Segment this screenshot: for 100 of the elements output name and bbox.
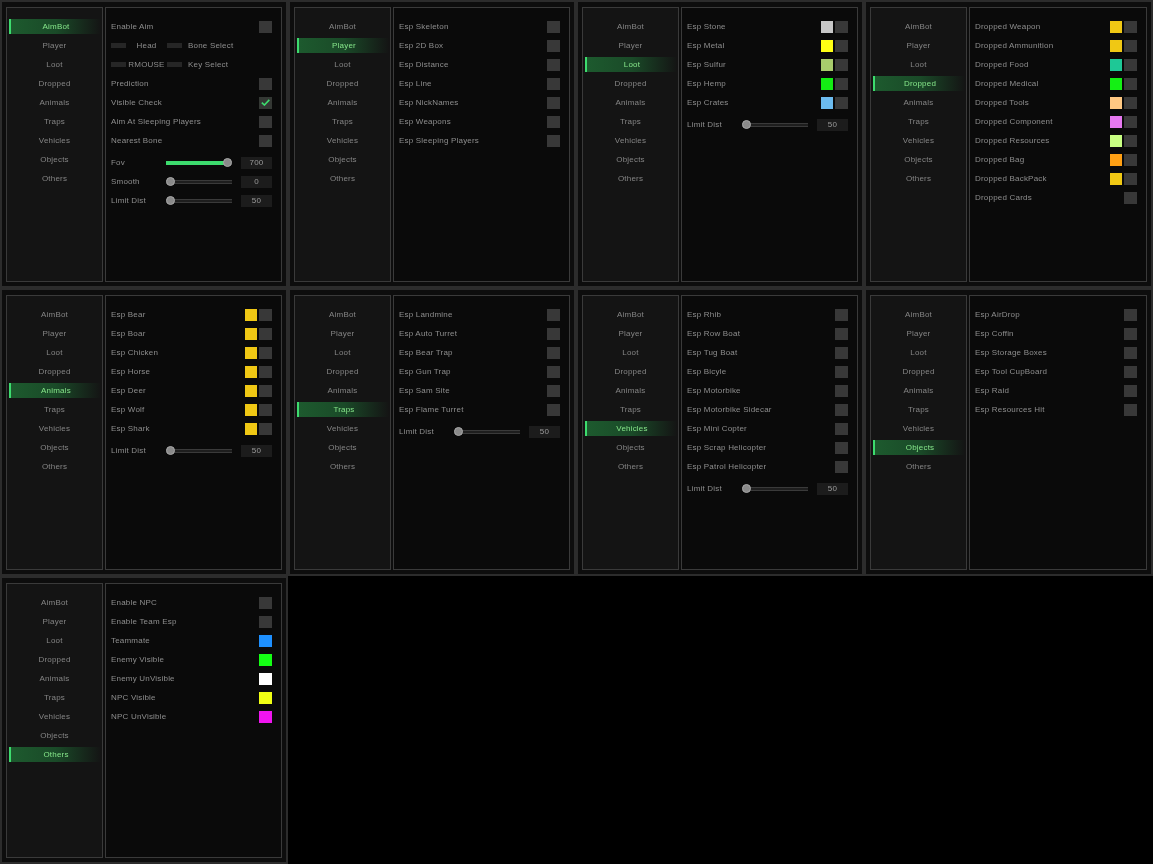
value-field[interactable]: 50 [817,482,848,495]
checkbox[interactable] [259,615,272,628]
checkbox[interactable] [259,596,272,609]
checkbox[interactable] [259,20,272,33]
sidebar-tab[interactable]: Animals [37,95,72,110]
color-swatch[interactable] [259,710,272,723]
sidebar-tab[interactable]: Player [616,326,645,341]
color-swatch[interactable] [245,384,257,397]
sidebar-tab[interactable]: AimBot [9,19,101,34]
slider-thumb[interactable] [454,427,463,436]
checkbox[interactable] [1124,115,1137,128]
sidebar-tab[interactable]: Traps [905,114,932,129]
checkbox[interactable] [1124,20,1137,33]
slider-thumb[interactable] [166,196,175,205]
sidebar-tab[interactable]: Animals [613,383,648,398]
sidebar-tab[interactable]: Traps [41,690,68,705]
sidebar-tab[interactable]: AimBot [327,19,358,34]
checkbox[interactable] [1124,153,1137,166]
slider-thumb[interactable] [166,177,175,186]
value-field[interactable]: 50 [817,118,848,131]
checkbox[interactable] [835,58,848,71]
slider-thumb[interactable] [166,446,175,455]
checkbox[interactable] [835,20,848,33]
sidebar-tab[interactable]: Objects [902,152,935,167]
checkbox[interactable] [1124,346,1137,359]
sidebar-tab[interactable]: Animals [901,95,936,110]
checkbox[interactable] [547,384,560,397]
sidebar-tab[interactable]: Vehicles [585,421,677,436]
sidebar-tab[interactable]: Traps [617,402,644,417]
sidebar-tab[interactable]: Player [904,38,933,53]
color-swatch[interactable] [245,327,257,340]
sidebar-tab[interactable]: Loot [585,57,677,72]
slider-thumb[interactable] [223,158,232,167]
sidebar-tab[interactable]: Others [39,171,70,186]
checkbox[interactable] [835,365,848,378]
dropdown[interactable]: Head [111,39,182,52]
sidebar-tab[interactable]: Dropped [612,364,649,379]
sidebar-tab[interactable]: Player [297,38,389,53]
checkbox[interactable] [547,346,560,359]
color-swatch[interactable] [1110,96,1122,109]
color-swatch[interactable] [821,39,833,52]
sidebar-tab[interactable]: Others [9,747,101,762]
sidebar-tab[interactable]: Objects [38,440,71,455]
checkbox[interactable] [547,403,560,416]
sidebar-tab[interactable]: Others [903,171,934,186]
sidebar-tab[interactable]: Vehicles [612,133,649,148]
checkbox[interactable] [1124,172,1137,185]
sidebar-tab[interactable]: Vehicles [36,709,73,724]
checkbox[interactable] [835,460,848,473]
sidebar-tab[interactable]: Traps [617,114,644,129]
value-field[interactable]: 0 [241,175,272,188]
sidebar-tab[interactable]: Vehicles [324,133,361,148]
checkbox[interactable] [547,20,560,33]
dropdown[interactable]: RMOUSE [111,58,182,71]
sidebar-tab[interactable]: Animals [9,383,101,398]
color-swatch[interactable] [259,653,272,666]
checkbox[interactable] [835,384,848,397]
sidebar-tab[interactable]: Others [615,171,646,186]
checkbox[interactable] [547,327,560,340]
sidebar-tab[interactable]: Animals [37,671,72,686]
sidebar-tab[interactable]: Loot [332,57,353,72]
color-swatch[interactable] [1110,39,1122,52]
sidebar-tab[interactable]: Others [327,171,358,186]
color-swatch[interactable] [821,20,833,33]
checkbox[interactable] [835,77,848,90]
color-swatch[interactable] [1110,77,1122,90]
checkbox[interactable] [259,77,272,90]
sidebar-tab[interactable]: Vehicles [900,421,937,436]
color-swatch[interactable] [259,634,272,647]
checkbox[interactable] [547,96,560,109]
value-field[interactable]: 50 [241,444,272,457]
sidebar-tab[interactable]: Player [40,38,69,53]
checkbox[interactable] [259,365,272,378]
color-swatch[interactable] [259,672,272,685]
sidebar-tab[interactable]: Loot [908,345,929,360]
sidebar-tab[interactable]: Others [903,459,934,474]
checkbox[interactable] [1124,191,1137,204]
sidebar-tab[interactable]: Objects [326,152,359,167]
checkbox[interactable] [835,346,848,359]
checkbox[interactable] [1124,96,1137,109]
color-swatch[interactable] [1110,20,1122,33]
color-swatch[interactable] [1110,172,1122,185]
sidebar-tab[interactable]: Loot [332,345,353,360]
color-swatch[interactable] [259,691,272,704]
sidebar-tab[interactable]: Traps [41,402,68,417]
color-swatch[interactable] [245,308,257,321]
sidebar-tab[interactable]: Objects [873,440,965,455]
checkbox[interactable] [547,115,560,128]
checkbox[interactable] [1124,58,1137,71]
sidebar-tab[interactable]: Dropped [873,76,965,91]
checkbox[interactable] [259,422,272,435]
color-swatch[interactable] [821,96,833,109]
color-swatch[interactable] [245,422,257,435]
sidebar-tab[interactable]: Player [328,326,357,341]
sidebar-tab[interactable]: Objects [38,152,71,167]
sidebar-tab[interactable]: Others [327,459,358,474]
checkbox[interactable] [547,58,560,71]
sidebar-tab[interactable]: Animals [325,95,360,110]
color-swatch[interactable] [245,403,257,416]
checkbox[interactable] [259,115,272,128]
